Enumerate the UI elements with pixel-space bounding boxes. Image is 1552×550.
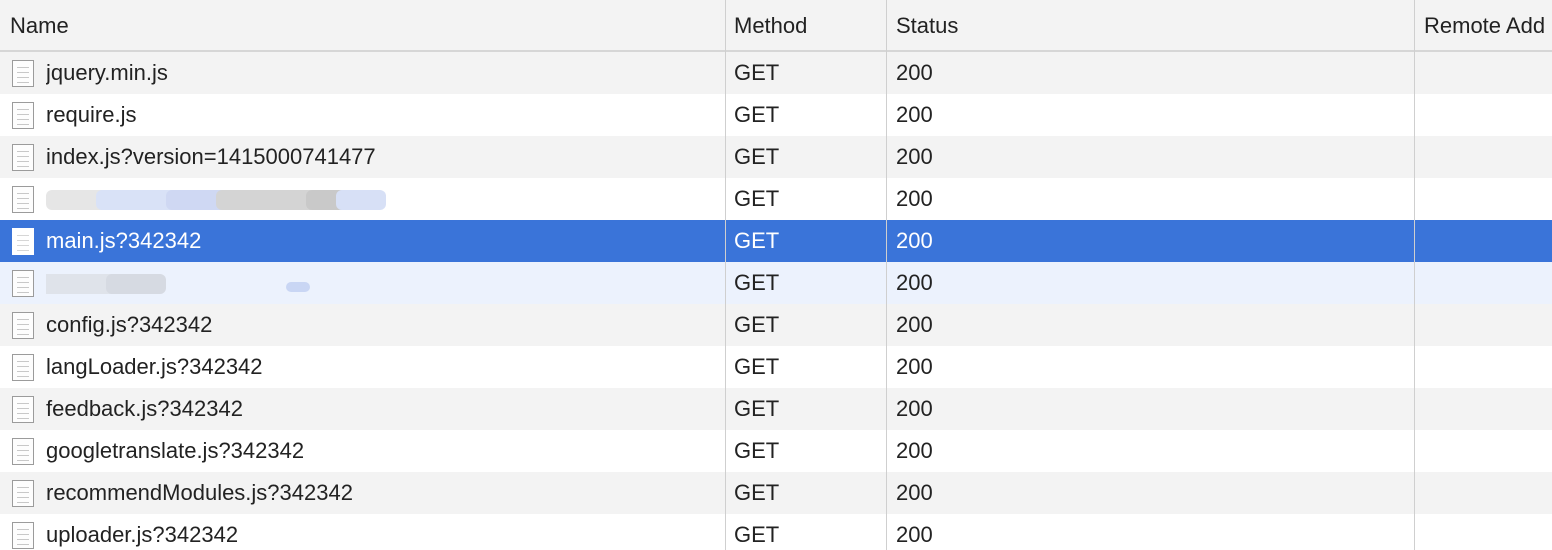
file-icon [12, 396, 34, 423]
file-icon [12, 438, 34, 465]
request-list: jquery.min.js GET 200 require.js GET 200… [0, 52, 1552, 550]
request-method: GET [734, 480, 780, 505]
file-icon [12, 60, 34, 87]
redaction-blur [286, 282, 310, 292]
request-name: jquery.min.js [46, 60, 168, 85]
column-header-method[interactable]: Method [734, 0, 874, 50]
request-method: GET [734, 354, 780, 379]
file-icon [12, 522, 34, 549]
file-icon [12, 186, 34, 213]
request-status: 200 [896, 102, 933, 127]
request-name: index.js?version=1415000741477 [46, 144, 376, 169]
column-header-status[interactable]: Status [896, 0, 1396, 50]
request-status: 200 [896, 312, 933, 337]
column-divider[interactable] [725, 0, 726, 550]
table-row[interactable]: GET 200 [0, 262, 1552, 304]
column-header-remote-address[interactable]: Remote Add [1424, 0, 1552, 50]
request-method: GET [734, 438, 780, 463]
network-request-table: Name Method Status Remote Add jquery.min… [0, 0, 1552, 550]
request-name: uploader.js?342342 [46, 522, 239, 547]
table-row[interactable]: uploader.js?342342 GET 200 [0, 514, 1552, 550]
file-icon [12, 270, 34, 297]
request-status: 200 [896, 522, 933, 547]
redaction-blur [106, 274, 166, 294]
request-status: 200 [896, 480, 933, 505]
request-status: 200 [896, 438, 933, 463]
request-name: recommendModules.js?342342 [46, 480, 353, 505]
request-status: 200 [896, 270, 933, 295]
request-method: GET [734, 144, 780, 169]
request-method: GET [734, 228, 780, 253]
table-row[interactable]: config.js?342342 GET 200 [0, 304, 1552, 346]
request-method: GET [734, 186, 780, 211]
file-icon [12, 480, 34, 507]
request-status: 200 [896, 228, 933, 253]
table-row[interactable]: googletranslate.js?342342 GET 200 [0, 430, 1552, 472]
request-name-redacted [46, 262, 716, 304]
request-status: 200 [896, 354, 933, 379]
request-method: GET [734, 60, 780, 85]
request-name: config.js?342342 [46, 312, 213, 337]
request-method: GET [734, 396, 780, 421]
request-name-redacted [46, 178, 716, 220]
table-row[interactable]: langLoader.js?342342 GET 200 [0, 346, 1552, 388]
file-icon [12, 312, 34, 339]
request-method: GET [734, 270, 780, 295]
request-status: 200 [896, 186, 933, 211]
file-icon [12, 354, 34, 381]
request-name: main.js?342342 [46, 228, 202, 253]
request-status: 200 [896, 396, 933, 421]
file-icon [12, 228, 34, 255]
table-row[interactable]: index.js?version=1415000741477 GET 200 [0, 136, 1552, 178]
request-method: GET [734, 522, 780, 547]
table-row[interactable]: recommendModules.js?342342 GET 200 [0, 472, 1552, 514]
request-name: googletranslate.js?342342 [46, 438, 305, 463]
table-row[interactable]: feedback.js?342342 GET 200 [0, 388, 1552, 430]
file-icon [12, 102, 34, 129]
request-name: require.js [46, 102, 137, 127]
file-icon [12, 144, 34, 171]
column-divider[interactable] [886, 0, 887, 550]
table-row[interactable]: jquery.min.js GET 200 [0, 52, 1552, 94]
table-row[interactable]: GET 200 [0, 178, 1552, 220]
request-name: feedback.js?342342 [46, 396, 243, 421]
request-method: GET [734, 102, 780, 127]
column-header-name[interactable]: Name [10, 0, 710, 50]
table-row-selected[interactable]: main.js?342342 GET 200 [0, 220, 1552, 262]
request-method: GET [734, 312, 780, 337]
request-name: langLoader.js?342342 [46, 354, 263, 379]
request-status: 200 [896, 60, 933, 85]
redaction-blur [336, 190, 386, 210]
column-divider[interactable] [1414, 0, 1415, 550]
request-status: 200 [896, 144, 933, 169]
table-row[interactable]: require.js GET 200 [0, 94, 1552, 136]
table-header: Name Method Status Remote Add [0, 0, 1552, 52]
